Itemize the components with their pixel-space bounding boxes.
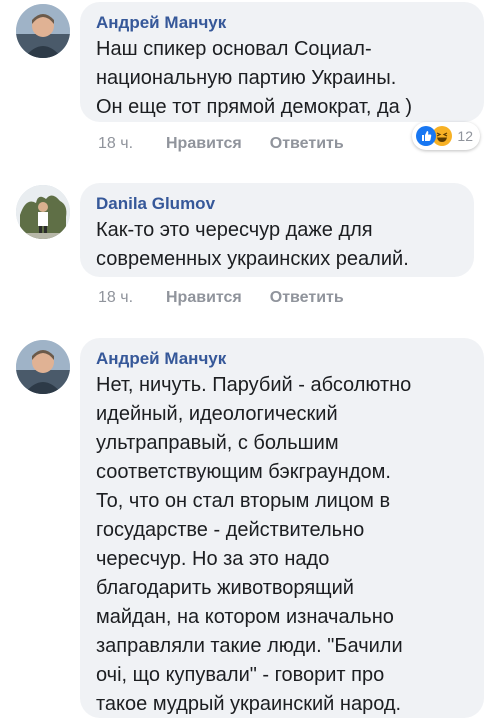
comment-bubble: Андрей Манчук Наш спикер основал Социал-… [80,2,484,122]
comment-text-line: соответствующим бэкграундом. [96,461,391,483]
comment-text: Наш спикер основал Социал- национальную … [96,35,468,122]
comment-text: Как-то это чересчур даже для современных… [96,216,458,274]
comment-text-line: современных украинских реалий. [96,248,409,270]
comment-text-line: чересчур. Но за это надо [96,548,330,570]
comment-author[interactable]: Андрей Манчук [96,12,468,33]
comment-text-line: идейный, идеологический [96,403,338,425]
avatar[interactable] [16,340,70,394]
comment-bubble: Андрей Манчук Нет, ничуть. Парубий - абс… [80,338,484,718]
comment-author[interactable]: Андрей Манчук [96,348,468,369]
comment-timestamp[interactable]: 18 ч. [98,134,166,154]
comment-text-line: заправляли такие люди. "Бачили [96,635,403,657]
comment-text-line: Как-то это чересчур даже для [96,219,373,241]
avatar[interactable] [16,4,70,58]
reply-button[interactable]: Ответить [270,134,344,154]
comment-text-line: ультраправый, с большим [96,432,339,454]
comment-author[interactable]: Danila Glumov [96,193,458,214]
like-button[interactable]: Нравится [166,134,242,154]
comment-text-line: Он еще тот прямой демократ, да ) [96,96,412,118]
comment-text-line: государстве - действительно [96,519,365,541]
comment-bubble: Danila Glumov Как-то это чересчур даже д… [80,183,474,277]
reply-button[interactable]: Ответить [270,288,344,308]
comment-timestamp[interactable]: 18 ч. [98,288,166,308]
like-button[interactable]: Нравится [166,288,242,308]
comment-actions: 18 ч. Нравится Ответить [98,134,344,154]
comment: Андрей Манчук Наш спикер основал Социал-… [0,0,500,160]
comment-text-line: очі, що купували" - говорит про [96,664,385,686]
comment-text-line: Нет, ничуть. Парубий - абсолютно [96,374,412,396]
comment: Danila Glumov Как-то это чересчур даже д… [0,170,500,320]
comment-text: Нет, ничуть. Парубий - абсолютно идейный… [96,371,468,719]
comment-text-line: То, что он стал вторым лицом в [96,490,391,512]
comment-text-line: майдан, на котором изначально [96,606,394,628]
comment: Андрей Манчук Нет, ничуть. Парубий - абс… [0,330,500,718]
avatar[interactable] [16,185,70,239]
comment-text-line: национальную партию Украины. [96,67,397,89]
comment-text-line: такое мудрый украинский народ. [96,693,402,715]
comment-text-line: Наш спикер основал Социал- [96,38,372,60]
comment-text-line: благодарить животворящий [96,577,354,599]
reaction-count: 12 [457,128,473,144]
reactions-summary[interactable]: 12 [412,122,480,150]
comment-actions: 18 ч. Нравится Ответить [98,288,344,308]
like-icon [416,126,437,146]
